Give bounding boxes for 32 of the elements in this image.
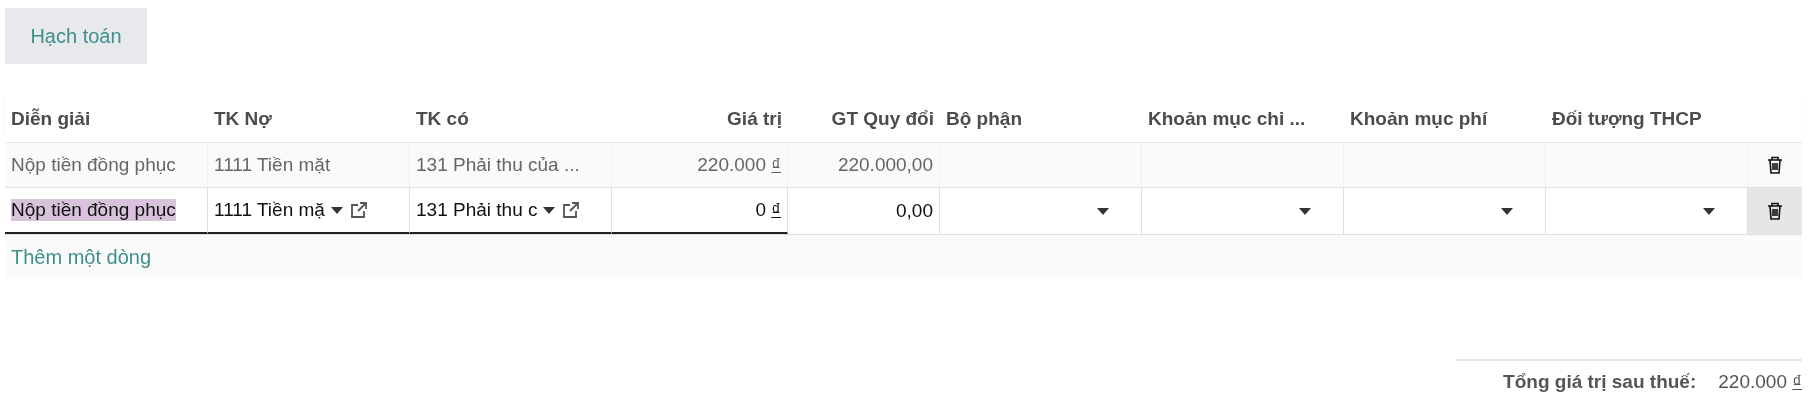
caret-icon xyxy=(543,206,556,214)
caret-icon xyxy=(1097,207,1109,215)
add-line-link[interactable]: Thêm một dòng xyxy=(11,245,152,269)
delete-icon[interactable] xyxy=(1767,156,1783,174)
column-header[interactable]: Đối tượng THCP xyxy=(1546,108,1748,130)
caret-icon xyxy=(330,206,343,214)
external-link-icon[interactable] xyxy=(348,200,369,220)
total-amount: 220.000 ₫ xyxy=(1718,371,1802,393)
caret-icon xyxy=(1703,207,1715,215)
select-field[interactable]: 131 Phải thu c xyxy=(416,199,605,221)
column-header[interactable]: TK có xyxy=(410,108,612,130)
table-cell: 220.000,00 xyxy=(837,154,933,176)
select-field[interactable]: 1111 Tiền mặ xyxy=(214,199,403,221)
amount-text[interactable]: 0 ₫ xyxy=(755,199,781,221)
column-header[interactable]: GT Quy đổi xyxy=(788,108,940,130)
column-header[interactable]: Diễn giải xyxy=(5,108,208,130)
delete-icon[interactable] xyxy=(1767,202,1783,220)
column-header[interactable]: Giá trị xyxy=(612,108,788,130)
total-label: Tổng giá trị sau thuế: xyxy=(1503,371,1697,393)
table-cell: 131 Phải thu của ... xyxy=(416,154,580,176)
caret-icon xyxy=(1501,207,1513,215)
column-header[interactable]: Bộ phận xyxy=(940,108,1142,130)
column-header[interactable]: TK Nợ xyxy=(208,108,410,130)
external-link-icon[interactable] xyxy=(561,200,582,220)
column-header[interactable]: Khoản mục phí xyxy=(1344,108,1546,130)
text-input[interactable]: Nộp tiền đồng phục xyxy=(11,199,176,221)
column-header[interactable]: Khoản mục chi ... xyxy=(1142,108,1344,130)
table-cell: Nộp tiền đồng phục xyxy=(11,154,176,176)
number-input[interactable]: 0,00 xyxy=(896,200,933,222)
caret-icon xyxy=(1299,207,1311,215)
table-cell: 1111 Tiền mặt xyxy=(214,154,331,176)
amount-text: 220.000 ₫ xyxy=(697,154,781,176)
